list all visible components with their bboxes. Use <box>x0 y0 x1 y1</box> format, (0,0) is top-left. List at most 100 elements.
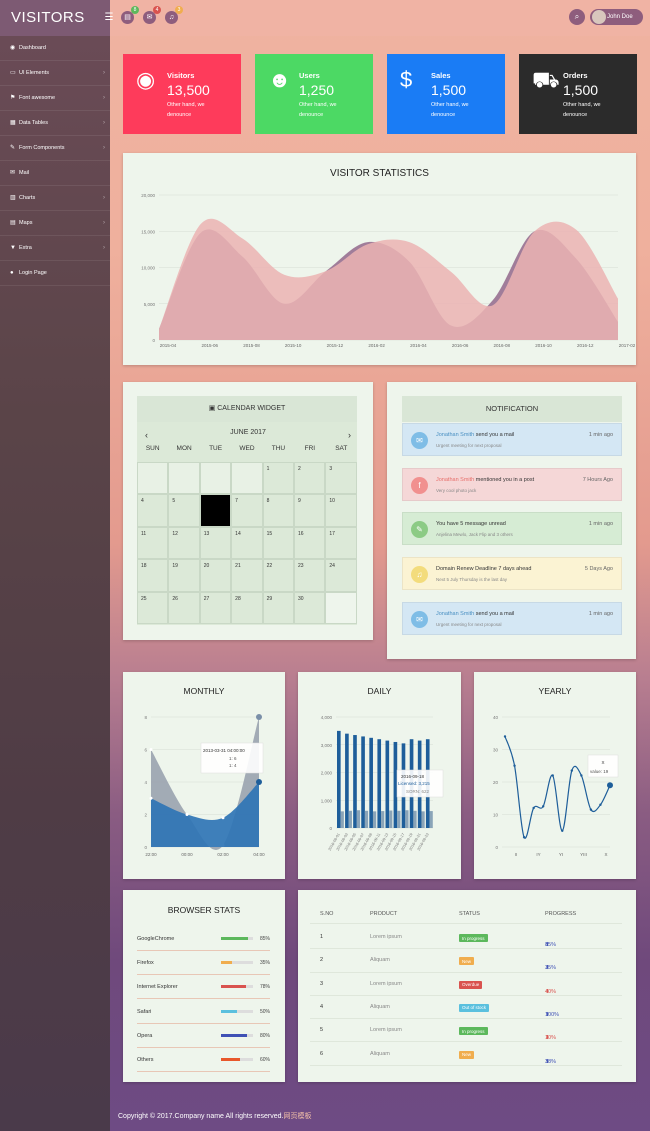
data-point[interactable] <box>221 816 225 820</box>
notification-item[interactable]: ✎ You have 5 message unread Anjelina Mewlo… <box>402 512 622 546</box>
calendar-day[interactable]: 20 <box>199 559 232 592</box>
menu-toggle-icon[interactable]: ☰ <box>104 11 114 24</box>
tasks-icon[interactable]: ▤ 8 <box>121 6 139 24</box>
bar-sorn[interactable] <box>429 811 433 828</box>
calendar-day[interactable]: 27 <box>199 591 232 624</box>
calendar-day[interactable]: 23 <box>293 559 326 592</box>
row-product: Aliquam <box>370 957 390 964</box>
bar-licensed[interactable] <box>353 735 357 828</box>
calendar-day[interactable]: 24 <box>325 559 357 592</box>
calendar-day[interactable]: 8 <box>262 494 294 527</box>
calendar-day[interactable]: 28 <box>231 591 263 624</box>
footer-link[interactable]: 网页模板 <box>283 1113 311 1120</box>
calendar-day[interactable]: 30 <box>293 591 326 624</box>
sidebar-item-extra[interactable]: ▼ Extra › <box>0 236 110 261</box>
calendar-day[interactable]: 1 <box>262 462 294 495</box>
calendar-day[interactable]: 18 <box>137 559 169 592</box>
sidebar-item-maps[interactable]: ▤ Maps › <box>0 211 110 236</box>
stat-subtext: Other hand, we denounce <box>167 102 205 118</box>
notification-item[interactable]: ♫ Domain Renew Deadline 7 days ahead Next … <box>402 557 622 591</box>
bar-licensed[interactable] <box>369 737 373 828</box>
notification-item[interactable]: f Jonathan Smith mentioned you in a post V… <box>402 467 622 501</box>
data-point[interactable] <box>522 836 526 839</box>
sidebar-item-data-tables[interactable]: ▦ Data Tables › <box>0 111 110 136</box>
calendar-day[interactable]: 4 <box>137 494 169 527</box>
calendar-day[interactable]: 10 <box>325 494 357 527</box>
highlight-point[interactable] <box>256 714 262 720</box>
bar-licensed[interactable] <box>345 733 349 828</box>
stat-card-sales[interactable]: $ Sales 1,500 Other hand, we denounce <box>387 54 505 134</box>
sidebar-item-ui-elements[interactable]: ▭ UI Elements › <box>0 61 110 86</box>
data-point[interactable] <box>589 808 593 811</box>
bar-sorn[interactable] <box>421 811 425 828</box>
bar-sorn[interactable] <box>356 810 361 828</box>
calendar-day[interactable]: 16 <box>293 526 326 560</box>
calendar-day[interactable]: 9 <box>293 494 326 527</box>
data-point[interactable] <box>149 796 153 800</box>
data-point[interactable] <box>570 769 574 772</box>
bar-licensed[interactable] <box>385 740 390 828</box>
calendar-day[interactable]: 3 <box>325 462 357 495</box>
sidebar-item-font-awesome[interactable]: ⚑ Font awesome › <box>0 86 110 111</box>
stat-card-orders[interactable]: ⛟ Orders 1,500 Other hand, we denounce <box>519 54 637 134</box>
data-point[interactable] <box>599 803 602 806</box>
messages-badge: 4 <box>153 6 161 14</box>
calendar-day[interactable]: 22 <box>262 559 294 592</box>
calendar-day[interactable]: 13 <box>199 526 232 560</box>
data-point[interactable] <box>551 774 554 777</box>
calendar-day <box>137 462 169 495</box>
bar-sorn[interactable] <box>340 811 344 828</box>
sidebar-item-dashboard[interactable]: ◉ Dashboard <box>0 36 110 61</box>
calendar-day[interactable]: 5 <box>168 494 200 527</box>
user-menu[interactable]: John Doe <box>590 9 643 25</box>
calendar-day[interactable]: 29 <box>262 591 294 624</box>
calendar-day[interactable]: 19 <box>168 559 200 592</box>
calendar-day[interactable]: 14 <box>231 526 263 560</box>
bar-sorn[interactable] <box>348 810 352 828</box>
calendar-day[interactable]: 12 <box>168 526 200 560</box>
calendar-day[interactable]: 11 <box>137 526 169 560</box>
calendar-day[interactable]: 15 <box>262 526 294 560</box>
brand-logo[interactable]: VISITORS <box>0 0 110 36</box>
bar-sorn[interactable] <box>405 810 409 828</box>
bar-sorn[interactable] <box>389 810 393 828</box>
stat-card-visitors[interactable]: ◉ Visitors 13,500 Other hand, we denounce <box>123 54 241 134</box>
bar-sorn[interactable] <box>381 811 385 828</box>
sidebar-item-mail[interactable]: ✉ Mail <box>0 161 110 186</box>
data-point[interactable] <box>532 806 535 810</box>
calendar-day[interactable]: 7 <box>231 494 263 527</box>
calendar-day[interactable]: 21 <box>231 559 263 592</box>
data-point[interactable] <box>513 764 516 767</box>
bar-licensed[interactable] <box>393 741 398 828</box>
notification-item[interactable]: ✉ Jonathan Smith send you a mail Urgent me… <box>402 423 622 456</box>
calendar-day[interactable]: 17 <box>325 526 357 560</box>
data-point[interactable] <box>503 735 507 738</box>
calendar-day[interactable]: 2 <box>293 462 326 495</box>
notification-item[interactable]: ✉ Jonathan Smith send you a mail Urgent me… <box>402 601 622 635</box>
envelope-icon[interactable]: ✉ 4 <box>143 6 161 24</box>
data-point[interactable] <box>580 774 583 777</box>
bar-sorn[interactable] <box>372 811 377 828</box>
bar-licensed[interactable] <box>361 736 365 828</box>
bar-licensed[interactable] <box>377 739 382 828</box>
data-point[interactable] <box>541 805 545 808</box>
calendar-day-today[interactable]: 6 <box>199 494 232 527</box>
sidebar-item-form-components[interactable]: ✎ Form Components › <box>0 136 110 161</box>
data-point[interactable] <box>185 813 189 816</box>
highlight-point[interactable] <box>607 782 613 789</box>
bar-sorn[interactable] <box>413 810 417 828</box>
calendar-day[interactable]: 25 <box>137 591 169 624</box>
sidebar-item-login-page[interactable]: ● Login Page <box>0 261 110 286</box>
search-icon[interactable]: ⌕ <box>569 9 585 25</box>
browser-progress-fill <box>221 985 246 989</box>
bar-sorn[interactable] <box>364 810 369 828</box>
calendar-day[interactable]: 26 <box>168 591 200 624</box>
bar-sorn[interactable] <box>397 810 401 828</box>
highlight-point[interactable] <box>256 779 262 785</box>
bell-icon[interactable]: ♫ 3 <box>165 6 183 24</box>
data-point[interactable] <box>149 748 153 751</box>
data-point[interactable] <box>561 829 564 832</box>
stat-card-users[interactable]: ☻ Users 1,250 Other hand, we denounce <box>255 54 373 134</box>
bar-licensed[interactable] <box>337 730 341 828</box>
sidebar-item-charts[interactable]: ▥ Charts › <box>0 186 110 211</box>
